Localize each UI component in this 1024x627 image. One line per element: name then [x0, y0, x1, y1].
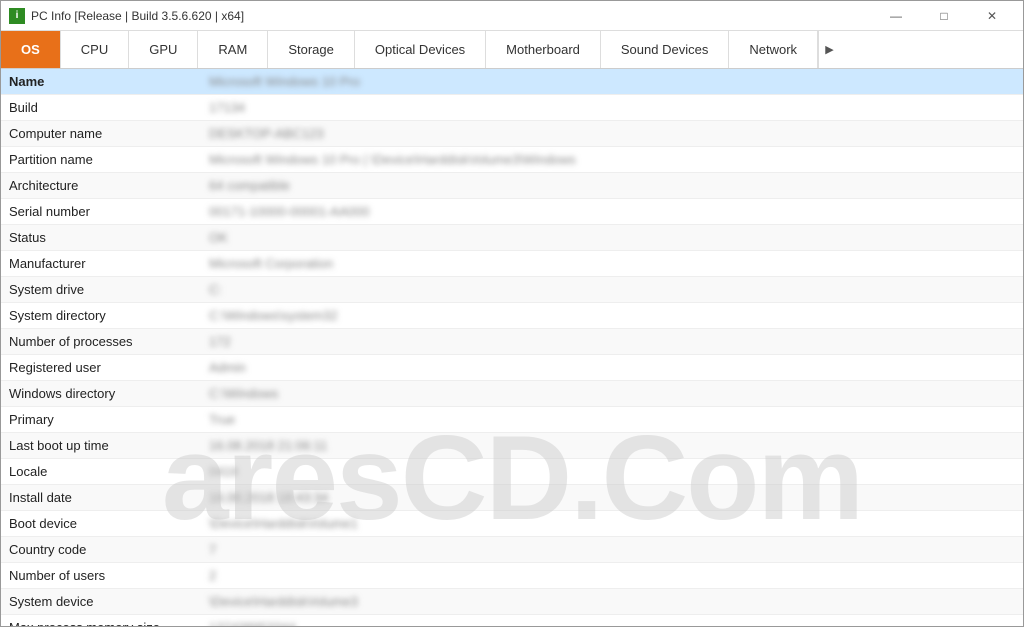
app-icon: i — [9, 8, 25, 24]
row-label: Manufacturer — [1, 251, 201, 277]
row-value: Admin — [201, 355, 1023, 381]
row-value: C:\Windows — [201, 381, 1023, 407]
tab-sound[interactable]: Sound Devices — [601, 31, 729, 68]
table-row: Install date16.08.2018 18:43:34 — [1, 485, 1023, 511]
row-label: Number of processes — [1, 329, 201, 355]
minimize-button[interactable]: — — [873, 1, 919, 31]
window-controls: — □ ✕ — [873, 1, 1015, 31]
table-row: NameMicrosoft Windows 10 Pro — [1, 69, 1023, 95]
table-row: System directoryC:\Windows\system32 — [1, 303, 1023, 329]
tab-cpu[interactable]: CPU — [61, 31, 129, 68]
table-row: Computer nameDESKTOP-ABC123 — [1, 121, 1023, 147]
title-bar: i PC Info [Release | Build 3.5.6.620 | x… — [1, 1, 1023, 31]
row-value: Microsoft Windows 10 Pro | \Device\Hardd… — [201, 147, 1023, 173]
row-value: \Device\HarddiskVolume1 — [201, 511, 1023, 537]
table-row: Boot device\Device\HarddiskVolume1 — [1, 511, 1023, 537]
tab-motherboard[interactable]: Motherboard — [486, 31, 601, 68]
row-label: Build — [1, 95, 201, 121]
row-label: Serial number — [1, 199, 201, 225]
table-row: System device\Device\HarddiskVolume3 — [1, 589, 1023, 615]
row-value: 172 — [201, 329, 1023, 355]
tabs-bar: OS CPU GPU RAM Storage Optical Devices M… — [1, 31, 1023, 69]
table-row: ManufacturerMicrosoft Corporation — [1, 251, 1023, 277]
row-label: Registered user — [1, 355, 201, 381]
tab-network[interactable]: Network — [729, 31, 818, 68]
table-row: Country code7 — [1, 537, 1023, 563]
row-label: System directory — [1, 303, 201, 329]
row-label: Partition name — [1, 147, 201, 173]
table-row: PrimaryTrue — [1, 407, 1023, 433]
row-value: 17134 — [201, 95, 1023, 121]
row-label: Computer name — [1, 121, 201, 147]
row-value: 2 — [201, 563, 1023, 589]
row-value: 16.08.2018 21:06:11 — [201, 433, 1023, 459]
table-row: Registered userAdmin — [1, 355, 1023, 381]
table-row: Build17134 — [1, 95, 1023, 121]
row-label: System device — [1, 589, 201, 615]
table-row: Max process memory size137438953344 — [1, 615, 1023, 627]
row-label: Max process memory size — [1, 615, 201, 627]
tab-storage[interactable]: Storage — [268, 31, 355, 68]
row-label: Country code — [1, 537, 201, 563]
table-row: Number of users2 — [1, 563, 1023, 589]
row-label: Number of users — [1, 563, 201, 589]
row-label: Install date — [1, 485, 201, 511]
row-label: Locale — [1, 459, 201, 485]
table-row: Windows directoryC:\Windows — [1, 381, 1023, 407]
row-label: Status — [1, 225, 201, 251]
tab-scroll-right[interactable]: ▶ — [818, 31, 840, 68]
row-value: 0419 — [201, 459, 1023, 485]
main-window: i PC Info [Release | Build 3.5.6.620 | x… — [0, 0, 1024, 627]
row-value: OK — [201, 225, 1023, 251]
table-row: Partition nameMicrosoft Windows 10 Pro |… — [1, 147, 1023, 173]
row-value: DESKTOP-ABC123 — [201, 121, 1023, 147]
table-row: Locale0419 — [1, 459, 1023, 485]
row-value: 137438953344 — [201, 615, 1023, 627]
row-label: Architecture — [1, 173, 201, 199]
content-area: NameMicrosoft Windows 10 ProBuild17134Co… — [1, 69, 1023, 626]
table-row: Number of processes172 — [1, 329, 1023, 355]
row-value: Microsoft Corporation — [201, 251, 1023, 277]
tab-optical[interactable]: Optical Devices — [355, 31, 486, 68]
row-value: 16.08.2018 18:43:34 — [201, 485, 1023, 511]
row-value: \Device\HarddiskVolume3 — [201, 589, 1023, 615]
row-label: Windows directory — [1, 381, 201, 407]
window-title: PC Info [Release | Build 3.5.6.620 | x64… — [31, 9, 873, 23]
tab-ram[interactable]: RAM — [198, 31, 268, 68]
row-label: Last boot up time — [1, 433, 201, 459]
tab-gpu[interactable]: GPU — [129, 31, 198, 68]
close-button[interactable]: ✕ — [969, 1, 1015, 31]
table-row: StatusOK — [1, 225, 1023, 251]
table-row: Last boot up time16.08.2018 21:06:11 — [1, 433, 1023, 459]
row-value: C: — [201, 277, 1023, 303]
row-value: 64 compatible — [201, 173, 1023, 199]
row-value: Microsoft Windows 10 Pro — [201, 69, 1023, 95]
row-label: System drive — [1, 277, 201, 303]
table-row: System driveC: — [1, 277, 1023, 303]
row-label: Name — [1, 69, 201, 95]
table-row: Serial number00171-10000-00001-AA000 — [1, 199, 1023, 225]
table-row: Architecture64 compatible — [1, 173, 1023, 199]
row-value: 00171-10000-00001-AA000 — [201, 199, 1023, 225]
maximize-button[interactable]: □ — [921, 1, 967, 31]
row-label: Primary — [1, 407, 201, 433]
row-label: Boot device — [1, 511, 201, 537]
tab-os[interactable]: OS — [1, 31, 61, 68]
row-value: 7 — [201, 537, 1023, 563]
row-value: True — [201, 407, 1023, 433]
info-table: NameMicrosoft Windows 10 ProBuild17134Co… — [1, 69, 1023, 626]
row-value: C:\Windows\system32 — [201, 303, 1023, 329]
